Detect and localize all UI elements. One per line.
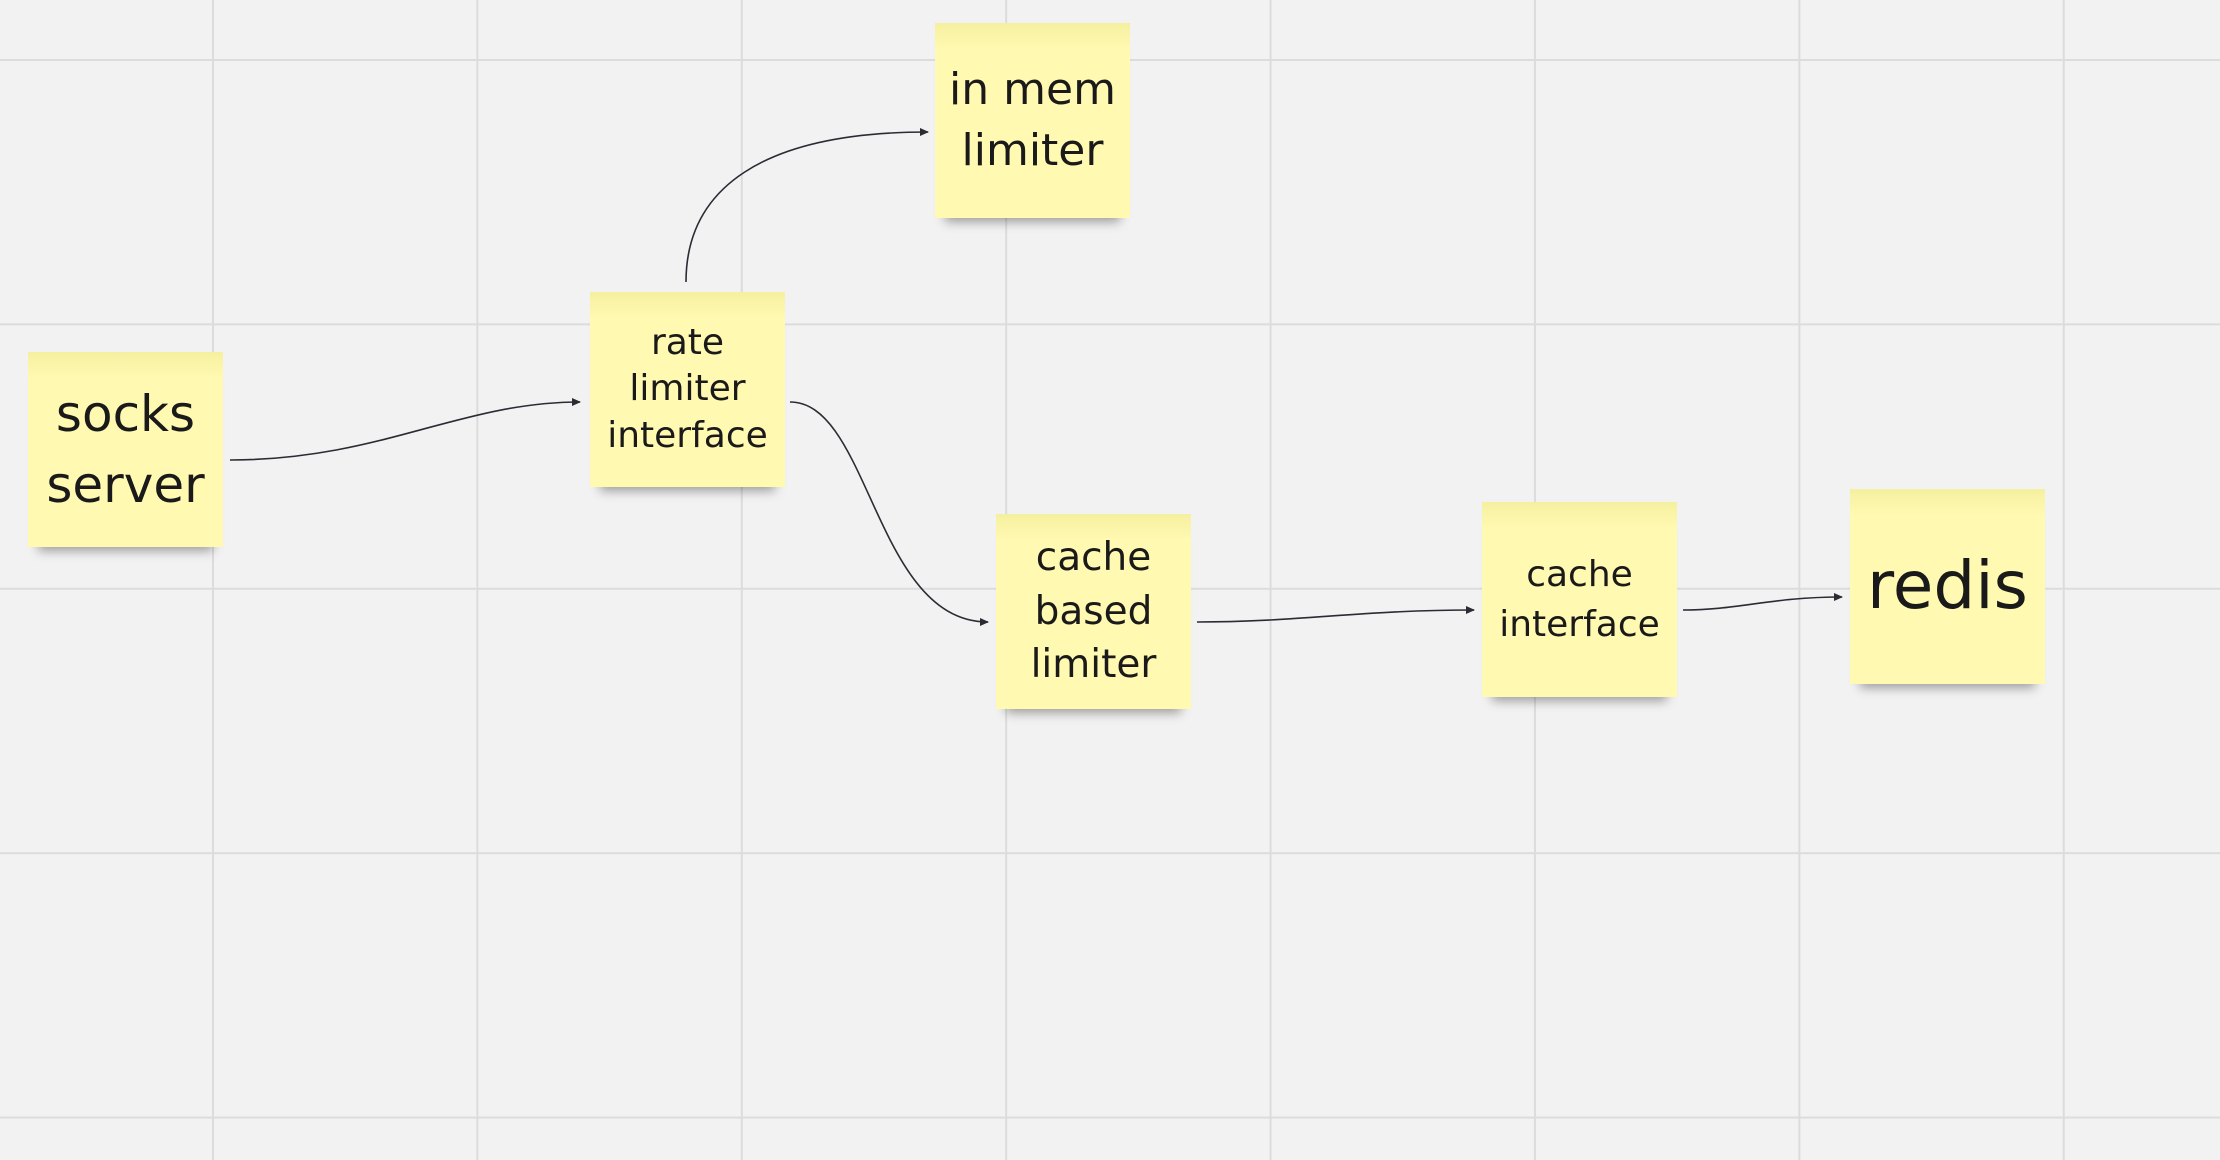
sticky-note-in-mem-limiter[interactable]: in mem limiter — [935, 23, 1130, 218]
sticky-note-label: rate limiter interface — [607, 322, 768, 456]
sticky-note-socks-server[interactable]: socks server — [28, 352, 223, 547]
sticky-note-label: socks server — [46, 384, 205, 514]
sticky-note-label: in mem limiter — [949, 63, 1116, 176]
sticky-note-label: redis — [1867, 547, 2028, 625]
sticky-note-label: cache interface — [1499, 553, 1660, 645]
sticky-note-cache-based-limiter[interactable]: cache based limiter — [996, 514, 1191, 709]
connector-rate-limiter-to-in-mem[interactable] — [685, 128, 929, 283]
connector-cache-interface-to-redis[interactable] — [1682, 593, 1843, 611]
sticky-note-redis[interactable]: redis — [1850, 489, 2045, 684]
sticky-note-rate-limiter-interface[interactable]: rate limiter interface — [590, 292, 785, 487]
sticky-note-label: cache based limiter — [1030, 534, 1157, 688]
connector-cache-based-to-cache-interface[interactable] — [1196, 606, 1475, 623]
whiteboard-canvas[interactable]: socks server rate limiter interface in m… — [0, 0, 2220, 1160]
connector-rate-limiter-to-cache-based[interactable] — [789, 401, 989, 626]
connector-socks-to-rate-limiter[interactable] — [229, 398, 581, 461]
sticky-note-cache-interface[interactable]: cache interface — [1482, 502, 1677, 697]
